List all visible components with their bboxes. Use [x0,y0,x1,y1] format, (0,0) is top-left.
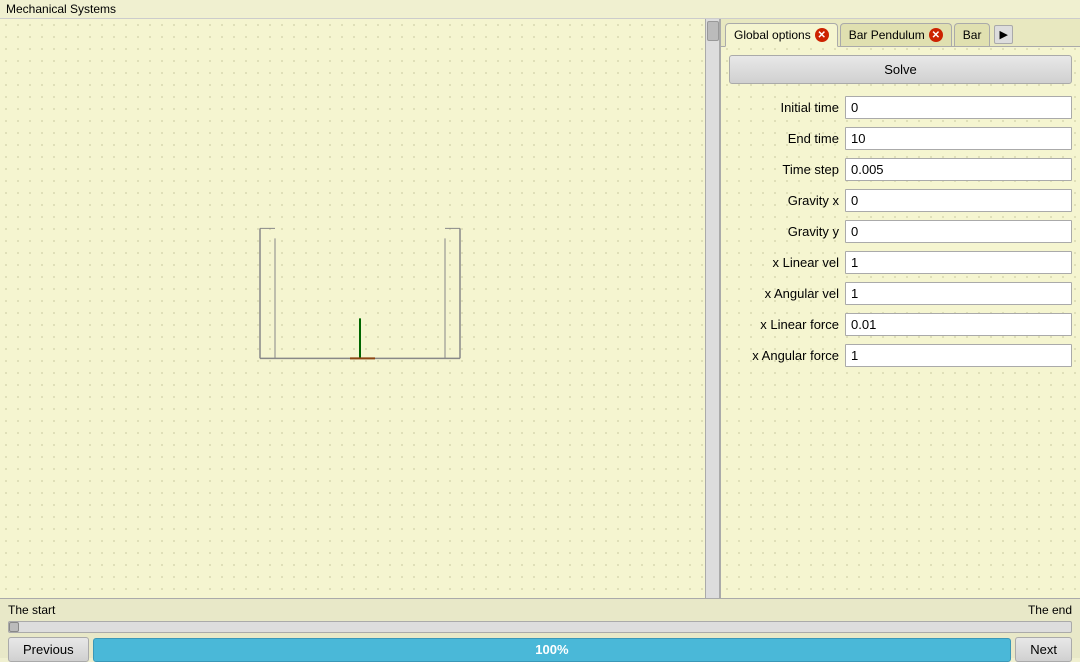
panel-content: Solve Initial time End time Time step Gravi… [721,47,1080,598]
field-label-x-linear-vel: x Linear vel [729,255,839,270]
tab-bar-pendulum[interactable]: Bar Pendulum ✕ [840,23,952,46]
timeline-labels: The start The end [8,603,1072,617]
field-label-time-step: Time step [729,162,839,177]
tab-bar-pendulum-label: Bar Pendulum [849,28,925,42]
field-row: x Angular vel [729,278,1072,309]
field-label-end-time: End time [729,131,839,146]
field-row: x Linear vel [729,247,1072,278]
field-row: Gravity x [729,185,1072,216]
field-input-time-step[interactable] [845,158,1072,181]
tabs-bar: Global options ✕ Bar Pendulum ✕ Bar ▶ [721,19,1080,47]
field-input-initial-time[interactable] [845,96,1072,119]
progress-value: 100% [535,642,568,657]
previous-button[interactable]: Previous [8,637,89,662]
tab-scroll-right-button[interactable]: ▶ [994,25,1012,44]
field-row: Time step [729,154,1072,185]
field-label-x-linear-force: x Linear force [729,317,839,332]
start-label: The start [8,603,55,617]
field-input-gravity-y[interactable] [845,220,1072,243]
end-label: The end [1028,603,1072,617]
right-panel: Global options ✕ Bar Pendulum ✕ Bar ▶ So… [720,19,1080,598]
main-content: Global options ✕ Bar Pendulum ✕ Bar ▶ So… [0,19,1080,598]
tab-global-options-label: Global options [734,28,811,42]
title-bar: Mechanical Systems [0,0,1080,19]
field-row: x Linear force [729,309,1072,340]
field-label-x-angular-vel: x Angular vel [729,286,839,301]
canvas-scrollbar[interactable] [705,19,719,598]
tab-global-options[interactable]: Global options ✕ [725,23,838,47]
field-input-gravity-x[interactable] [845,189,1072,212]
field-row: x Angular force [729,340,1072,371]
field-label-gravity-y: Gravity y [729,224,839,239]
tab-bar[interactable]: Bar [954,23,991,46]
canvas-scroll-thumb[interactable] [707,21,719,41]
field-row: End time [729,123,1072,154]
field-input-x-linear-vel[interactable] [845,251,1072,274]
diagram-container [230,208,490,391]
solve-button[interactable]: Solve [729,55,1072,84]
app-title: Mechanical Systems [6,2,116,16]
field-input-x-angular-vel[interactable] [845,282,1072,305]
timeline-thumb[interactable] [9,622,19,632]
field-label-gravity-x: Gravity x [729,193,839,208]
tab-bar-label: Bar [963,28,982,42]
next-button[interactable]: Next [1015,637,1072,662]
field-row: Gravity y [729,216,1072,247]
timeline-track [8,621,1072,633]
mechanical-diagram [230,208,490,388]
fields-container: Initial time End time Time step Gravity x Gr… [729,92,1072,371]
canvas-area [0,19,720,598]
timeline-slider[interactable] [8,621,1072,633]
field-label-x-angular-force: x Angular force [729,348,839,363]
bottom-bar: The start The end Previous 100% Next [0,598,1080,658]
bottom-buttons: Previous 100% Next [8,637,1072,662]
field-input-end-time[interactable] [845,127,1072,150]
field-input-x-linear-force[interactable] [845,313,1072,336]
field-row: Initial time [729,92,1072,123]
field-input-x-angular-force[interactable] [845,344,1072,367]
field-label-initial-time: Initial time [729,100,839,115]
tab-bar-pendulum-close[interactable]: ✕ [929,28,943,42]
tab-global-options-close[interactable]: ✕ [815,28,829,42]
